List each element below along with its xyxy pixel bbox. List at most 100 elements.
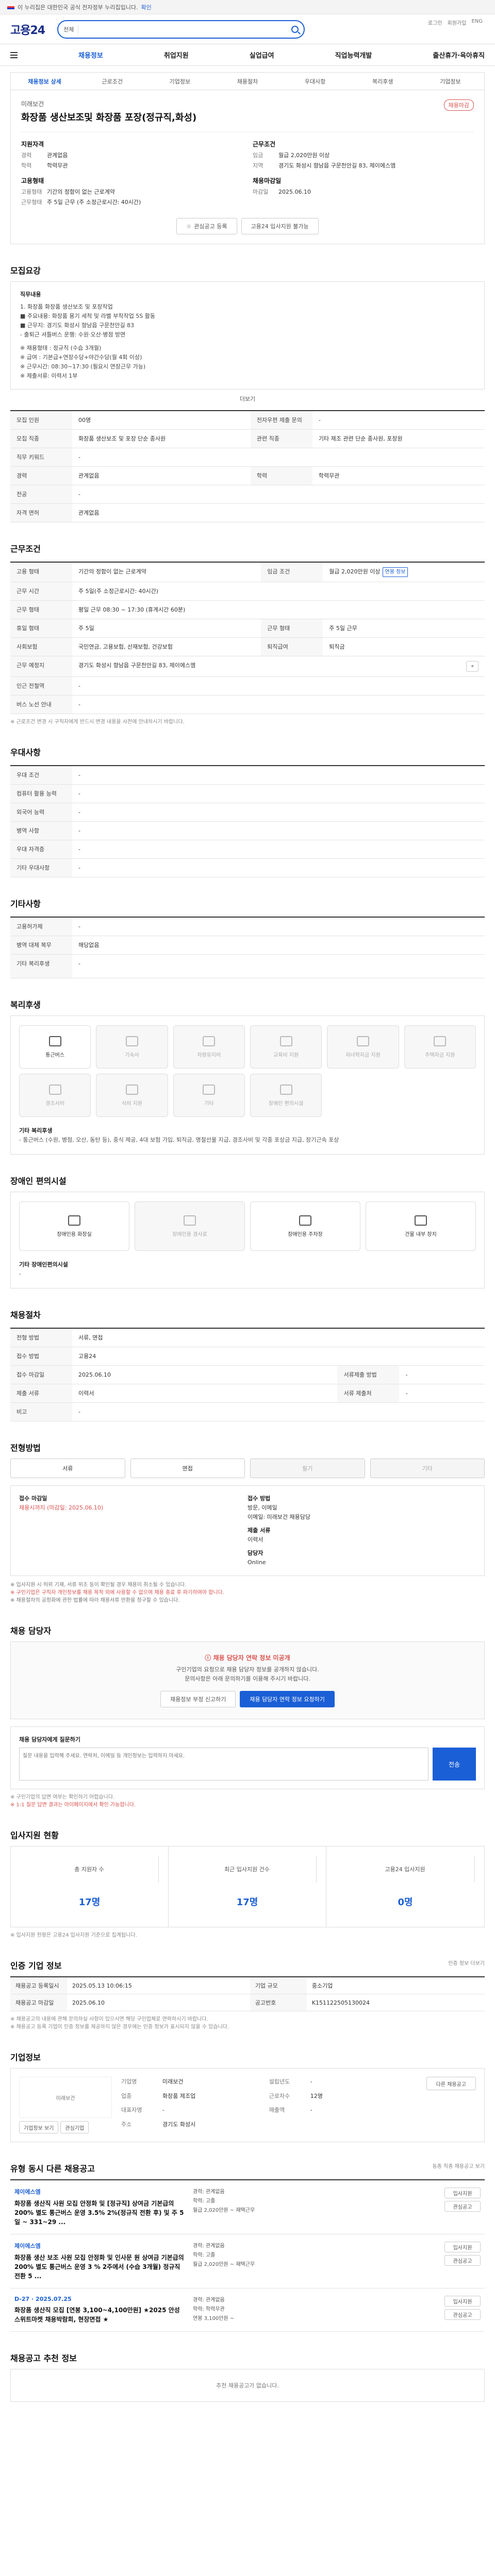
company-label: 설립년도: [269, 2078, 290, 2085]
company-label: 대표자명: [121, 2107, 142, 2113]
table-cell: -: [72, 840, 485, 859]
tab-company-info[interactable]: 기업정보: [146, 77, 213, 86]
company-logo: 미래보건: [19, 2077, 112, 2118]
table-header: 사회보험: [10, 637, 72, 656]
summary-label: 근무형태: [21, 199, 42, 206]
table-header: 전자우편 제출 문의: [250, 411, 312, 430]
gnb-item-parental-leave[interactable]: 출산휴가·육아휴직: [433, 50, 485, 60]
stat-value: 17명: [236, 1897, 258, 1908]
company-name[interactable]: 미래보건: [21, 99, 474, 108]
certification-more-link[interactable]: 인증 정보 더보기: [448, 1959, 485, 1967]
meal-icon: [125, 1084, 138, 1095]
welfare-label: 기타: [204, 1100, 214, 1107]
table-header: 인근 전철역: [10, 676, 72, 696]
list-item[interactable]: 제이에스엠 화장품 생산 보조 사원 모집 안정화 및 인사문 원 상여금 기본…: [10, 2234, 485, 2289]
tab-company-info-2[interactable]: 기업정보: [417, 77, 484, 86]
welfare-item: 자녀학자금 지원: [327, 1025, 399, 1069]
tab-hiring-process[interactable]: 채용절차: [213, 77, 281, 86]
similar-apply-button[interactable]: 입사지원: [444, 2242, 481, 2252]
table-cell: 고용24: [72, 1347, 485, 1366]
summary-label: 임금: [253, 152, 263, 159]
table-cell: 해당없음: [72, 936, 485, 955]
recruiter-desc: 구인기업의 요청으로 채용 담당자 정보를 공개하지 않습니다.: [176, 1666, 319, 1673]
tab-preferences[interactable]: 우대사항: [282, 77, 349, 86]
company-label: 주소: [121, 2121, 132, 2128]
table-header: 근무 형태: [10, 600, 72, 619]
map-button[interactable]: ⌖: [466, 661, 478, 672]
similar-company[interactable]: 제이에스엠: [14, 2242, 185, 2250]
recommend-section: 채용공고 추천 정보 추천 채용공고가 없습니다.: [10, 2351, 485, 2402]
welfare-label: 교육비 지원: [273, 1052, 299, 1058]
table-header: 채용공고 등록일시: [10, 1977, 67, 1994]
government-banner: 이 누리집은 대한민국 공식 전자정부 누리집입니다. 확인: [0, 0, 495, 14]
table-row: 접수 마감일 2025.06.10 서류제출 방법 -: [10, 1365, 485, 1384]
company-label: 업종: [121, 2092, 132, 2099]
company-info-button[interactable]: 기업정보 보기: [19, 2121, 59, 2133]
wage-info-tag[interactable]: 연봉 정보: [382, 567, 408, 577]
tab-work-conditions[interactable]: 근로조건: [78, 77, 146, 86]
search-category-select[interactable]: 전체: [63, 25, 79, 33]
summary-value: 관계없음: [47, 152, 68, 159]
site-logo[interactable]: 고용24: [10, 21, 45, 38]
similar-title[interactable]: 화장품 생산직 모집 [연봉 3,100~4,100만원] ★2025 안성 스…: [14, 2306, 185, 2324]
more-button[interactable]: 더보기: [10, 395, 485, 403]
contact-value: 이력서: [248, 1536, 263, 1543]
recruiter-desc: 문의사항은 아래 문의하기를 이용해 주시기 바랍니다.: [185, 1675, 310, 1682]
similar-apply-button[interactable]: 입사지원: [444, 2296, 481, 2307]
government-banner-more-link[interactable]: 확인: [141, 3, 152, 11]
table-row: 우대 조건 -: [10, 766, 485, 785]
welfare-item: 기숙사: [96, 1025, 168, 1069]
similar-title[interactable]: 화장품 생산직 사원 모집 안정화 및 [정규직] 상여금 기본급의 200% …: [14, 2199, 185, 2227]
table-cell: -: [72, 954, 485, 978]
gnb-item-employment-support[interactable]: 취업지원: [164, 50, 189, 60]
request-contact-button[interactable]: 채용 담당자 연락 정보 요청하기: [240, 1691, 335, 1707]
note-line: ※ 채용공고 등록 기업이 인증 정보를 제공하지 않은 경우에는 인증 정보가…: [10, 2024, 229, 2030]
add-interest-button[interactable]: 관심공고 등록: [176, 218, 237, 234]
welfare-label: 차량유지비: [197, 1052, 221, 1058]
similar-company[interactable]: D-27 · 2025.07.25: [14, 2296, 185, 2302]
list-item[interactable]: 제이에스엠 화장품 생산직 사원 모집 안정화 및 [정규직] 상여금 기본급의…: [10, 2180, 485, 2234]
tab-job-detail[interactable]: 채용정보 상세: [11, 77, 78, 86]
language-link[interactable]: ENG: [471, 19, 483, 26]
global-search-input[interactable]: 전체: [57, 20, 305, 39]
contact-value: Online: [248, 1559, 266, 1566]
send-question-button[interactable]: 전송: [433, 1748, 476, 1781]
report-button[interactable]: 채용정보 부정 신고하기: [160, 1691, 236, 1707]
tab-welfare[interactable]: 복리후생: [349, 77, 417, 86]
other-jobs-button[interactable]: 다른 채용공고: [426, 2077, 476, 2090]
similar-interest-button[interactable]: 관심공고: [444, 2201, 481, 2212]
table-row: 모집 직종 화장품 생산보조 및 포장 단순 종사원 관련 직종 기타 제조 관련 단…: [10, 429, 485, 448]
search-icon[interactable]: [291, 25, 299, 33]
gnb-item-vocational-training[interactable]: 직업능력개발: [335, 50, 372, 60]
table-header: 자격 면허: [10, 503, 72, 522]
contact-value: 이메일: 미래보건 채용담당: [248, 1514, 311, 1520]
welfare-label: 식비 지원: [122, 1100, 142, 1107]
gnb-item-unemployment-benefits[interactable]: 실업급여: [250, 50, 274, 60]
table-row: 자격 면허 관계없음: [10, 503, 485, 522]
job-detail-tabs: 채용정보 상세 근로조건 기업정보 채용절차 우대사항 복리후생 기업정보: [11, 73, 484, 90]
login-link[interactable]: 로그인: [428, 19, 442, 26]
signup-link[interactable]: 회원가입: [448, 19, 467, 26]
dormitory-icon: [125, 1036, 138, 1046]
similar-interest-button[interactable]: 관심공고: [444, 2255, 481, 2266]
welfare-text-title: 기타 복리후생: [19, 1127, 53, 1134]
contact-label: 담당자: [248, 1550, 263, 1556]
interest-company-button[interactable]: 관심기업: [60, 2121, 89, 2133]
company-label: 기업명: [121, 2078, 137, 2085]
table-row: 경력 관계없음 학력 학력무관: [10, 466, 485, 485]
similar-detail: 학력: 학력무관: [193, 2307, 225, 2312]
similar-interest-button[interactable]: 관심공고: [444, 2309, 481, 2320]
apply-button[interactable]: 고용24 입사지원 불가능: [241, 218, 319, 234]
similar-more-link[interactable]: 동종 직종 채용공고 보기: [432, 2162, 485, 2170]
company-label: 근로자수: [269, 2092, 290, 2099]
gnb-item-jobs[interactable]: 채용정보: [78, 50, 103, 60]
list-item[interactable]: D-27 · 2025.07.25 화장품 생산직 모집 [연봉 3,100~4…: [10, 2289, 485, 2332]
similar-title[interactable]: 화장품 생산 보조 사원 모집 안정화 및 인사문 원 상여금 기본급의 200…: [14, 2253, 185, 2281]
similar-company[interactable]: 제이에스엠: [14, 2188, 185, 2196]
question-input[interactable]: [19, 1748, 428, 1781]
table-header: 병역 대체 복무: [10, 936, 72, 955]
section-title: 근무조건: [10, 544, 41, 554]
menu-icon[interactable]: [10, 52, 18, 58]
company-value: 12명: [310, 2092, 323, 2099]
similar-apply-button[interactable]: 입사지원: [444, 2188, 481, 2198]
